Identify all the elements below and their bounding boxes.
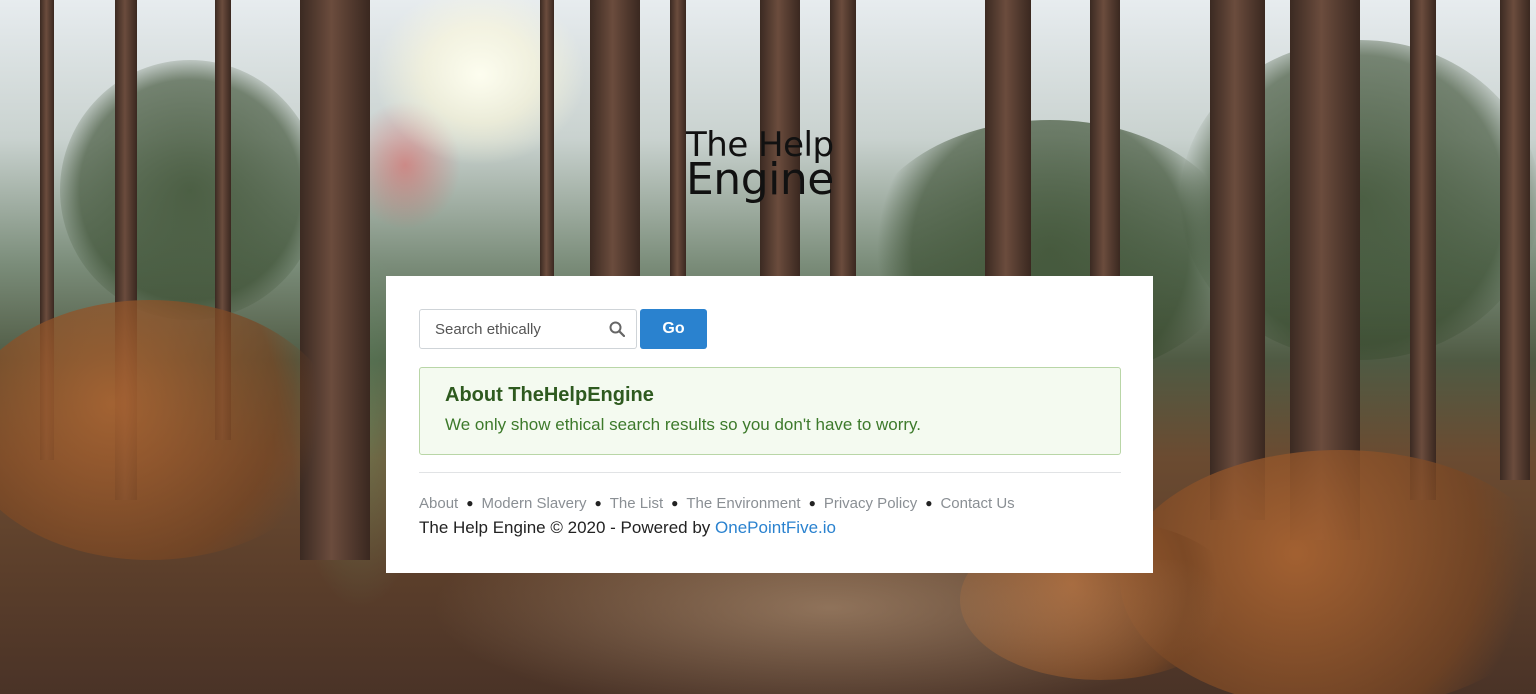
divider — [419, 472, 1121, 473]
separator-dot: ● — [808, 496, 816, 510]
powered-by-link[interactable]: OnePointFive.io — [715, 518, 836, 537]
copyright-line: The Help Engine © 2020 - Powered by OneP… — [419, 518, 836, 538]
go-button[interactable]: Go — [640, 309, 707, 349]
search-card: Go About TheHelpEngine We only show ethi… — [386, 276, 1153, 573]
about-title: About TheHelpEngine — [445, 384, 654, 406]
about-text: We only show ethical search results so y… — [445, 415, 922, 434]
tree-trunk — [1410, 0, 1436, 500]
site-logo[interactable]: The Help Engine — [686, 128, 856, 202]
copyright-text: The Help Engine © 2020 - Powered by — [419, 518, 716, 537]
footer-link-modern-slavery[interactable]: Modern Slavery — [481, 495, 586, 512]
separator-dot: ● — [925, 496, 933, 510]
footer-link-the-environment[interactable]: The Environment — [686, 495, 800, 512]
separator-dot: ● — [466, 496, 474, 510]
search-icon[interactable] — [609, 321, 625, 337]
tree-trunk — [1210, 0, 1265, 520]
footer-link-the-list[interactable]: The List — [610, 495, 663, 512]
tree-trunk — [1500, 0, 1530, 480]
search-input[interactable] — [420, 310, 610, 348]
separator-dot: ● — [671, 496, 679, 510]
forest-path — [430, 560, 1230, 694]
background-forest-image: The Help Engine Go About TheHelpEngine W… — [0, 0, 1536, 694]
bracken-bush — [0, 300, 340, 560]
logo-line-2: Engine — [686, 154, 834, 205]
tree-canopy — [60, 60, 320, 320]
footer-nav: About ● Modern Slavery ● The List ● The Enviro… — [419, 495, 1015, 512]
about-panel: About TheHelpEngine We only show ethical… — [419, 367, 1121, 455]
footer-link-privacy-policy[interactable]: Privacy Policy — [824, 495, 917, 512]
footer-link-contact-us[interactable]: Contact Us — [940, 495, 1014, 512]
search-field-wrapper — [419, 309, 637, 349]
search-form: Go — [419, 309, 707, 349]
separator-dot: ● — [594, 496, 602, 510]
footer-link-about[interactable]: About — [419, 495, 458, 512]
